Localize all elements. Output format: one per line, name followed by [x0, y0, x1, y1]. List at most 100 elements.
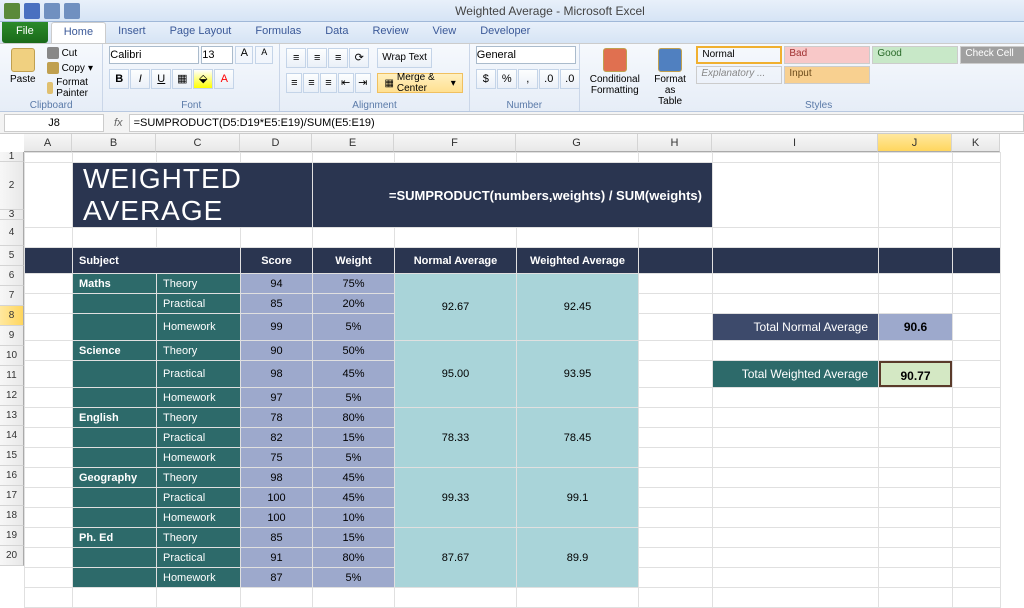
total-normal-value: 90.6	[879, 314, 952, 340]
italic-button[interactable]: I	[130, 69, 150, 89]
row-head-9[interactable]: 9	[0, 326, 24, 346]
currency-button[interactable]: $	[476, 69, 496, 89]
style-good[interactable]: Good	[872, 46, 958, 64]
font-color-button[interactable]: A	[214, 69, 234, 89]
cut-button[interactable]: Cut	[44, 46, 97, 60]
tab-formulas[interactable]: Formulas	[243, 22, 313, 43]
row-head-15[interactable]: 15	[0, 446, 24, 466]
tab-developer[interactable]: Developer	[468, 22, 542, 43]
style-input[interactable]: Input	[784, 66, 870, 84]
align-bot-button[interactable]: ≡	[328, 48, 348, 68]
row-head-5[interactable]: 5	[0, 246, 24, 266]
group-alignment: ≡ ≡ ≡ ⟳ Wrap Text ≡ ≡ ≡ ⇤ ⇥ ▦Merge & Cen…	[280, 44, 470, 111]
name-box[interactable]	[4, 114, 104, 132]
row-head-18[interactable]: 18	[0, 506, 24, 526]
row-head-1[interactable]: 1	[0, 152, 24, 162]
row-head-16[interactable]: 16	[0, 466, 24, 486]
cells-area[interactable]: WEIGHTED AVERAGE=SUMPRODUCT(numbers,weig…	[24, 152, 1024, 608]
number-format-select[interactable]	[476, 46, 576, 64]
fill-color-button[interactable]: ⬙	[193, 69, 213, 89]
undo-icon[interactable]	[44, 3, 60, 19]
row-head-13[interactable]: 13	[0, 406, 24, 426]
row-head-19[interactable]: 19	[0, 526, 24, 546]
group-font: A A B I U ▦ ⬙ A Font	[103, 44, 280, 111]
cut-icon	[47, 47, 59, 59]
conditional-formatting-button[interactable]: Conditional Formatting	[586, 46, 644, 98]
align-top-button[interactable]: ≡	[286, 48, 306, 68]
row-head-3[interactable]: 3	[0, 210, 24, 220]
shrink-font-button[interactable]: A	[255, 46, 273, 64]
tab-pagelayout[interactable]: Page Layout	[158, 22, 244, 43]
row-head-8[interactable]: 8	[0, 306, 24, 326]
col-head-B[interactable]: B	[72, 134, 156, 152]
col-head-A[interactable]: A	[24, 134, 72, 152]
align-right-button[interactable]: ≡	[320, 73, 336, 93]
copy-button[interactable]: Copy ▾	[44, 61, 97, 75]
font-size-input[interactable]	[201, 46, 233, 64]
style-checkcell[interactable]: Check Cell	[960, 46, 1024, 64]
style-bad[interactable]: Bad	[784, 46, 870, 64]
merge-icon: ▦	[384, 78, 393, 89]
row-head-11[interactable]: 11	[0, 366, 24, 386]
row-head-4[interactable]: 4	[0, 220, 24, 246]
group-styles: Conditional Formatting Format as Table N…	[580, 44, 1024, 111]
cf-icon	[603, 48, 627, 72]
grow-font-button[interactable]: A	[235, 46, 253, 64]
save-icon[interactable]	[24, 3, 40, 19]
redo-icon[interactable]	[64, 3, 80, 19]
tab-home[interactable]: Home	[51, 22, 106, 43]
paste-button[interactable]: Paste	[6, 46, 40, 87]
group-clipboard: Paste Cut Copy ▾ Format Painter Clipboar…	[0, 44, 103, 111]
col-head-G[interactable]: G	[516, 134, 638, 152]
col-head-F[interactable]: F	[394, 134, 516, 152]
merge-center-button[interactable]: ▦Merge & Center ▾	[377, 73, 462, 93]
spreadsheet-grid[interactable]: ABCDEFGHIJK 1234567891011121314151617181…	[0, 134, 1024, 608]
inc-decimal-button[interactable]: .0	[539, 69, 559, 89]
align-mid-button[interactable]: ≡	[307, 48, 327, 68]
underline-button[interactable]: U	[151, 69, 171, 89]
tab-file[interactable]: File	[2, 22, 48, 43]
column-headers: ABCDEFGHIJK	[24, 134, 1024, 152]
total-weighted-label: Total Weighted Average	[713, 361, 878, 387]
font-name-input[interactable]	[109, 46, 199, 64]
percent-button[interactable]: %	[497, 69, 517, 89]
col-head-C[interactable]: C	[156, 134, 240, 152]
col-head-K[interactable]: K	[952, 134, 1000, 152]
col-head-H[interactable]: H	[638, 134, 712, 152]
align-center-button[interactable]: ≡	[303, 73, 319, 93]
bold-button[interactable]: B	[109, 69, 129, 89]
comma-button[interactable]: ,	[518, 69, 538, 89]
col-head-J[interactable]: J	[878, 134, 952, 152]
banner-formula: =SUMPRODUCT(numbers,weights) / SUM(weigh…	[313, 188, 712, 203]
tab-insert[interactable]: Insert	[106, 22, 158, 43]
copy-icon	[47, 62, 59, 74]
orientation-button[interactable]: ⟳	[349, 48, 369, 68]
style-explanatory[interactable]: Explanatory ...	[696, 66, 782, 84]
format-painter-button[interactable]: Format Painter	[44, 76, 97, 100]
row-head-2[interactable]: 2	[0, 162, 24, 210]
tab-data[interactable]: Data	[313, 22, 360, 43]
fx-icon[interactable]: fx	[114, 117, 123, 129]
row-head-20[interactable]: 20	[0, 546, 24, 566]
col-head-D[interactable]: D	[240, 134, 312, 152]
row-head-10[interactable]: 10	[0, 346, 24, 366]
indent-dec-button[interactable]: ⇤	[338, 73, 354, 93]
wrap-text-button[interactable]: Wrap Text	[377, 48, 432, 68]
dec-decimal-button[interactable]: .0	[560, 69, 580, 89]
row-head-14[interactable]: 14	[0, 426, 24, 446]
row-head-12[interactable]: 12	[0, 386, 24, 406]
indent-inc-button[interactable]: ⇥	[355, 73, 371, 93]
row-head-6[interactable]: 6	[0, 266, 24, 286]
tab-view[interactable]: View	[421, 22, 469, 43]
col-head-I[interactable]: I	[712, 134, 878, 152]
tab-review[interactable]: Review	[360, 22, 420, 43]
border-button[interactable]: ▦	[172, 69, 192, 89]
row-head-7[interactable]: 7	[0, 286, 24, 306]
row-head-17[interactable]: 17	[0, 486, 24, 506]
ribbon: Paste Cut Copy ▾ Format Painter Clipboar…	[0, 44, 1024, 112]
total-weighted-value: 90.77	[879, 361, 952, 387]
align-left-button[interactable]: ≡	[286, 73, 302, 93]
formula-input[interactable]	[129, 114, 1024, 132]
col-head-E[interactable]: E	[312, 134, 394, 152]
style-normal[interactable]: Normal	[696, 46, 782, 64]
